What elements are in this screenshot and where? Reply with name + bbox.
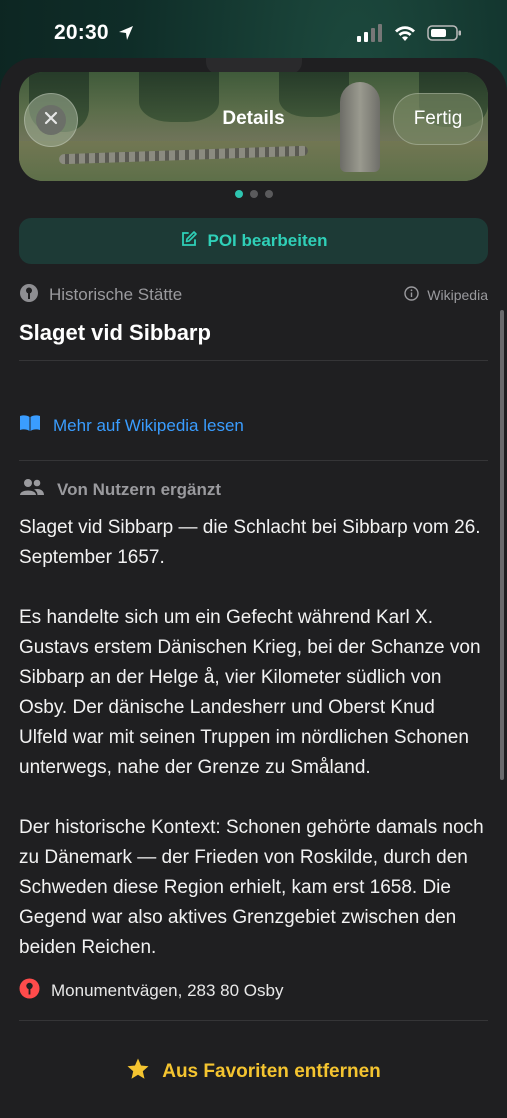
status-time: 20:30 xyxy=(54,21,109,44)
book-icon xyxy=(19,414,41,437)
location-arrow-icon xyxy=(118,25,134,46)
page-dot[interactable] xyxy=(249,190,258,198)
page-dot[interactable] xyxy=(264,190,273,198)
poi-description: Slaget vid Sibbarp — die Schlacht bei Si… xyxy=(19,513,484,993)
done-button[interactable]: Fertig xyxy=(393,93,483,145)
remove-favorite-button[interactable]: Aus Favoriten entfernen xyxy=(0,1057,507,1087)
category-row: Historische Stätte Wikipedia xyxy=(19,283,488,307)
wifi-icon xyxy=(393,24,417,47)
scrollbar[interactable] xyxy=(500,310,504,780)
poi-title: Slaget vid Sibbarp xyxy=(19,320,211,345)
edit-poi-label: POI bearbeiten xyxy=(207,231,328,250)
remove-favorite-label: Aus Favoriten entfernen xyxy=(162,1061,381,1082)
description-paragraph: Der historische Kontext: Schonen gehörte… xyxy=(19,817,484,958)
edit-poi-button[interactable]: POI bearbeiten xyxy=(19,218,488,264)
info-icon xyxy=(404,286,419,304)
address-row[interactable]: Monumentvägen, 283 80 Osby xyxy=(19,978,283,1004)
page-dot-active[interactable] xyxy=(234,190,243,198)
source-label: Wikipedia xyxy=(427,287,488,303)
cellular-signal-icon xyxy=(357,24,383,47)
edit-icon xyxy=(180,230,198,253)
address-text: Monumentvägen, 283 80 Osby xyxy=(51,981,284,1000)
description-paragraph: Slaget vid Sibbarp — die Schlacht bei Si… xyxy=(19,517,481,568)
wikipedia-link-label: Mehr auf Wikipedia lesen xyxy=(53,415,244,435)
battery-icon xyxy=(427,24,463,47)
carousel-page-indicator[interactable] xyxy=(0,190,507,198)
description-paragraph: Es handelte sich um ein Gefecht während … xyxy=(19,607,481,778)
users-icon xyxy=(19,477,45,502)
historic-site-icon xyxy=(19,283,39,308)
divider xyxy=(19,1020,488,1021)
divider xyxy=(19,360,488,361)
user-contributed-label: Von Nutzern ergänzt xyxy=(57,479,222,499)
star-icon xyxy=(126,1057,150,1087)
source-tag: Wikipedia xyxy=(404,286,488,304)
user-contributed-header: Von Nutzern ergänzt xyxy=(19,477,221,502)
category-label: Historische Stätte xyxy=(49,285,183,304)
details-sheet: Details Fertig POI bearbeiten Historisch… xyxy=(0,58,507,1118)
location-pin-icon xyxy=(19,978,40,1004)
wikipedia-link[interactable]: Mehr auf Wikipedia lesen xyxy=(19,414,244,437)
divider xyxy=(19,460,488,461)
